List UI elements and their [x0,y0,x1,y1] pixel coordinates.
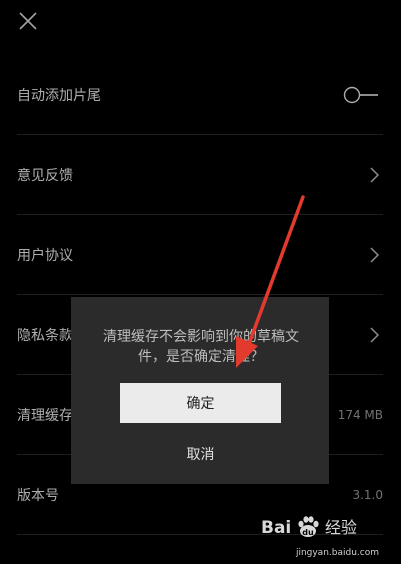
dialog-message: 清理缓存不会影响到你的草稿文件，是否确定清理？ [103,329,299,365]
confirm-button[interactable]: 确定 [120,383,281,423]
svg-text:du: du [302,528,314,537]
svg-text:Bai: Bai [261,518,291,538]
clear-cache-dialog: 清理缓存不会影响到你的草稿文件，是否确定清理？ 确定 取消 [71,297,329,484]
cancel-button[interactable]: 取消 [120,437,281,471]
baidu-jingyan-logo: Bai du 经验 [261,516,357,538]
baidu-watermark: Bai du 经验 jingyan.baidu.com [261,510,379,558]
svg-text:经验: 经验 [325,518,357,537]
watermark-url: jingyan.baidu.com [295,548,379,558]
